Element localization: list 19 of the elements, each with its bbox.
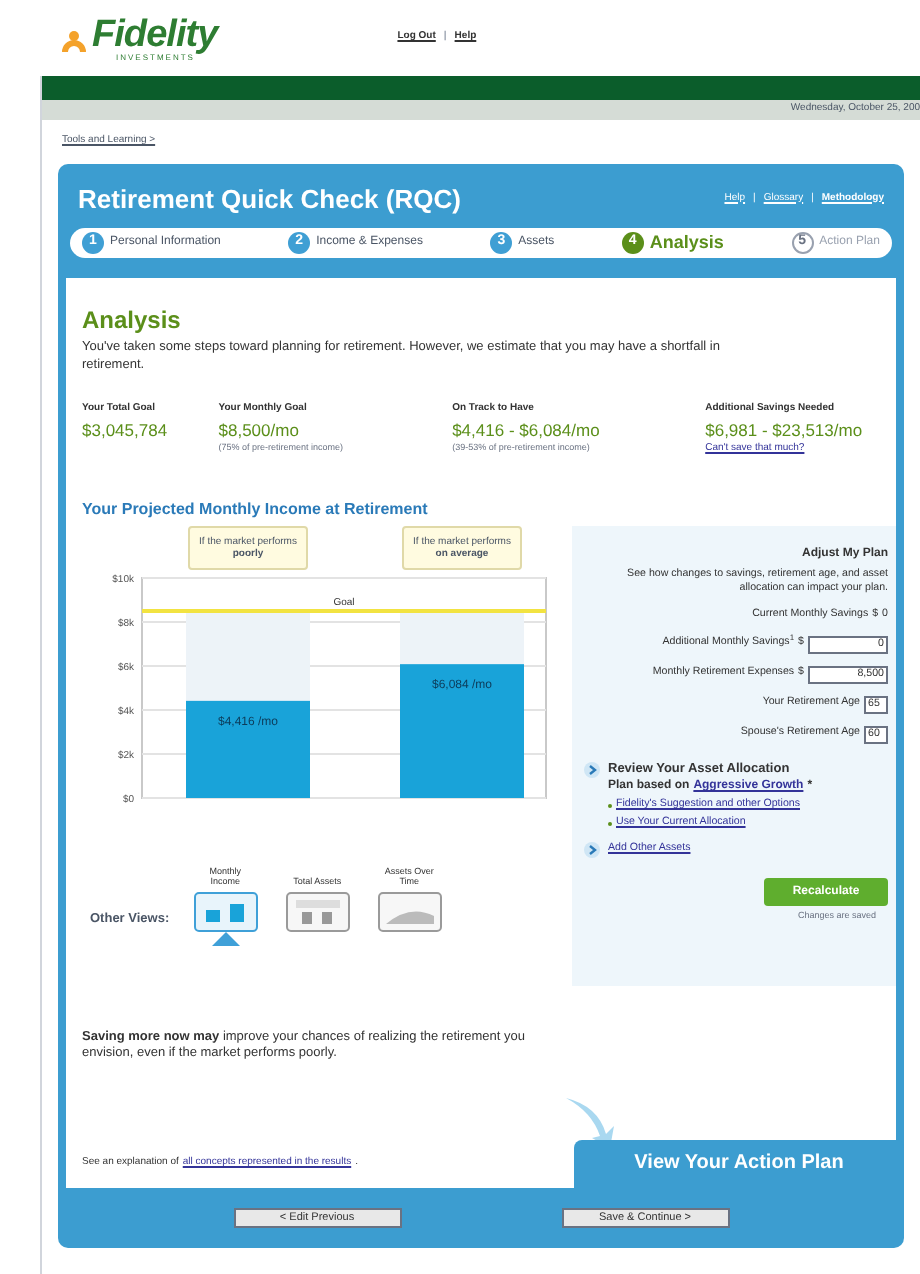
metric-value: $8,500/mo xyxy=(218,417,301,443)
expand-arrow-icon[interactable] xyxy=(584,842,600,859)
step-label[interactable]: Analysis xyxy=(649,229,724,257)
expand-arrow-icon[interactable] xyxy=(584,761,600,778)
table-chart-icon[interactable] xyxy=(285,891,350,932)
analysis-heading: Analysis xyxy=(82,304,183,338)
income-bar xyxy=(400,663,524,798)
selected-pointer-icon xyxy=(211,931,240,946)
shortfall-bar xyxy=(186,610,310,701)
metric-value: $4,416 - $6,084/mo xyxy=(452,417,602,443)
shortfall-bar xyxy=(400,610,524,664)
metric-value: $6,981 - $23,513/mo xyxy=(705,417,865,442)
projection-heading: Your Projected Monthly Income at Retirement xyxy=(82,497,430,522)
area-chart-icon[interactable] xyxy=(377,891,442,932)
metric-value: $3,045,784 xyxy=(82,417,170,443)
bar-chart-icon[interactable] xyxy=(193,891,258,932)
panel-title: Retirement Quick Check (RQC) xyxy=(78,181,461,218)
logo-text: Fidelity xyxy=(92,15,218,53)
income-bar xyxy=(186,700,310,798)
